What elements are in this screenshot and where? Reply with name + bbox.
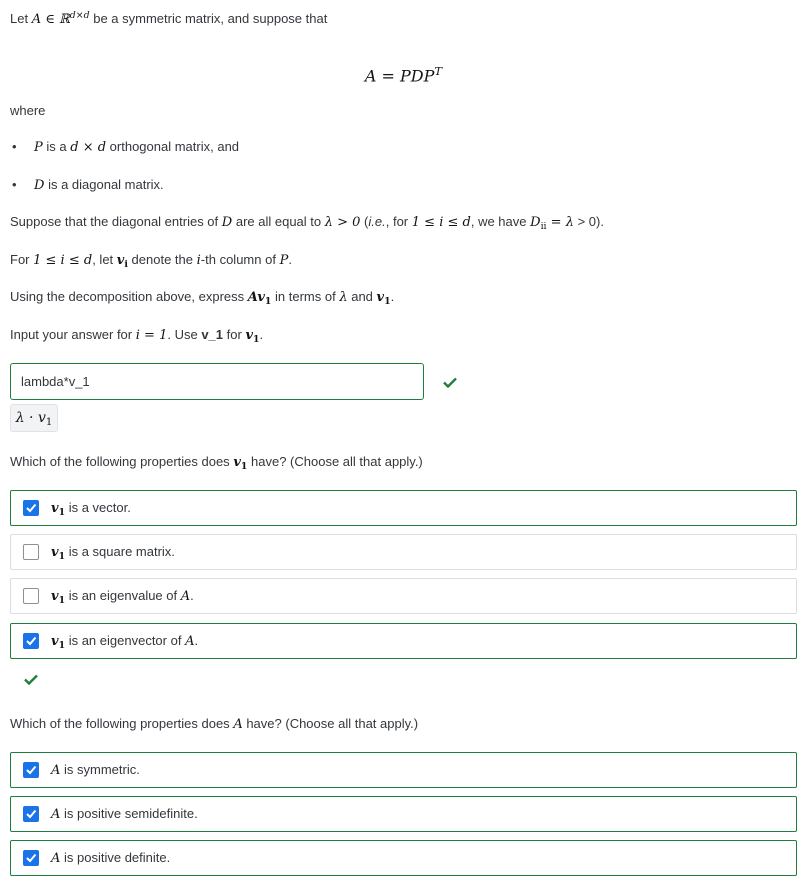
checkbox-unchecked[interactable] <box>23 588 39 604</box>
intro-suffix: be a symmetric matrix, and suppose that <box>93 11 328 27</box>
input-instruction: Input your answer for i = 1. Use v_1 for… <box>10 327 264 345</box>
correct-check-icon <box>443 376 457 391</box>
question-1: Which of the following properties does v… <box>10 454 423 472</box>
suppose-line: Suppose that the diagonal entries of D a… <box>10 214 604 232</box>
q1-option-eigenvalue[interactable]: v1 is an eigenvalue of A. <box>10 578 797 614</box>
q1-option-vector[interactable]: v1 is a vector. <box>10 490 797 526</box>
checkbox-checked[interactable] <box>23 762 39 778</box>
using-line: Using the decomposition above, express A… <box>10 289 395 307</box>
question-2: Which of the following properties does A… <box>10 716 419 732</box>
intro-line: Let A ∈ ℝd×d be a symmetric matrix, and … <box>10 10 327 27</box>
for-line: For 1 ≤ i ≤ d, let vi denote the i-th co… <box>10 252 292 270</box>
q1-correct-check-icon <box>24 673 38 688</box>
q2-option-symmetric[interactable]: A is symmetric. <box>10 752 797 788</box>
checkbox-checked[interactable] <box>23 500 39 516</box>
q2-option-psd[interactable]: A is positive semidefinite. <box>10 796 797 832</box>
checkbox-checked[interactable] <box>23 850 39 866</box>
q2-option-pd[interactable]: A is positive definite. <box>10 840 797 876</box>
checkbox-checked[interactable] <box>23 806 39 822</box>
answer-preview: λ · v1 <box>10 404 58 432</box>
where-label: where <box>10 103 46 118</box>
intro-prefix: Let <box>10 11 29 27</box>
math-A-in-R: A ∈ ℝd×d <box>31 10 90 28</box>
answer-input[interactable] <box>10 363 424 400</box>
q1-option-eigenvector[interactable]: v1 is an eigenvector of A. <box>10 623 797 659</box>
checkbox-unchecked[interactable] <box>23 544 39 560</box>
q1-option-square-matrix[interactable]: v1 is a square matrix. <box>10 534 797 570</box>
checkbox-checked[interactable] <box>23 633 39 649</box>
decomposition-equation: A = PDPT <box>364 64 443 86</box>
